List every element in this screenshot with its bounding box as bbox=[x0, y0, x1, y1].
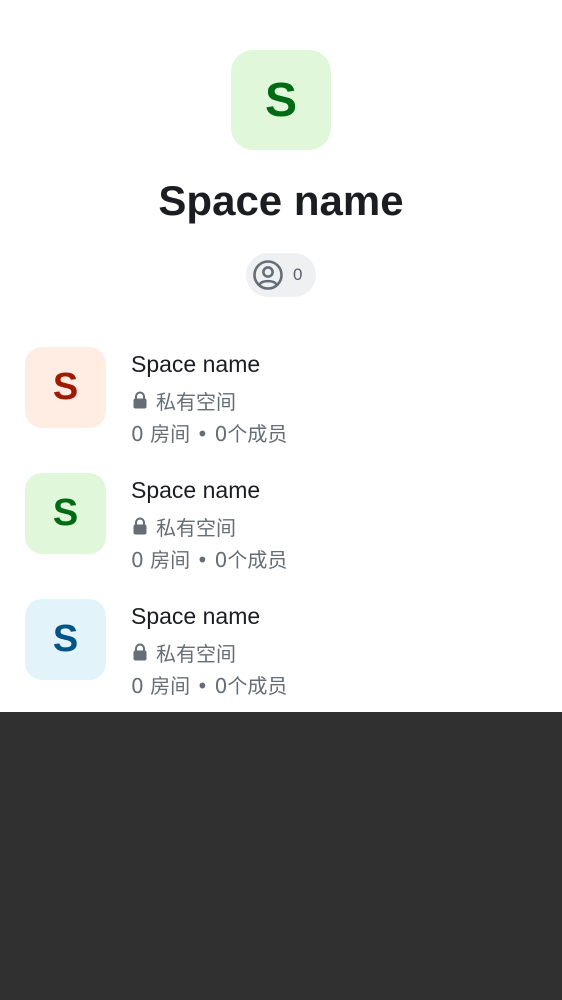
lock-icon bbox=[131, 642, 149, 662]
privacy-row: 私有空间 bbox=[131, 637, 236, 667]
room-stats: 0 房间 • 0个成员 bbox=[131, 674, 288, 698]
space-header: S Space name 0 bbox=[0, 0, 562, 320]
list-item[interactable]: S Space name 私有空间 0 房间 • 0个成员 bbox=[0, 582, 562, 698]
room-name: Space name bbox=[131, 477, 261, 503]
member-count: 0 bbox=[293, 265, 303, 284]
privacy-label: 私有空间 bbox=[156, 515, 236, 540]
members-chip[interactable]: 0 bbox=[246, 253, 316, 297]
room-stats: 0 房间 • 0个成员 bbox=[131, 422, 288, 446]
room-avatar: S bbox=[25, 473, 106, 554]
room-avatar: S bbox=[25, 599, 106, 680]
space-title: Space name bbox=[158, 177, 404, 224]
lock-icon bbox=[131, 516, 149, 536]
privacy-label: 私有空间 bbox=[156, 641, 236, 666]
list-item[interactable]: S Space name 私有空间 0 房间 • 0个成员 bbox=[0, 456, 562, 572]
privacy-label: 私有空间 bbox=[156, 389, 236, 414]
room-name: Space name bbox=[131, 603, 261, 629]
user-circle-icon bbox=[252, 259, 284, 291]
privacy-row: 私有空间 bbox=[131, 511, 236, 541]
list-item[interactable]: S Space name 私有空间 0 房间 • 0个成员 bbox=[0, 330, 562, 446]
room-stats: 0 房间 • 0个成员 bbox=[131, 548, 288, 572]
room-name: Space name bbox=[131, 351, 261, 377]
space-detail-screen: S Space name 0 S Space name 私有空间 0 房间 • … bbox=[0, 0, 562, 1000]
room-avatar: S bbox=[25, 347, 106, 428]
bottom-dark-area bbox=[0, 712, 562, 1000]
space-avatar: S bbox=[231, 50, 331, 150]
lock-icon bbox=[131, 390, 149, 410]
privacy-row: 私有空间 bbox=[131, 385, 236, 415]
